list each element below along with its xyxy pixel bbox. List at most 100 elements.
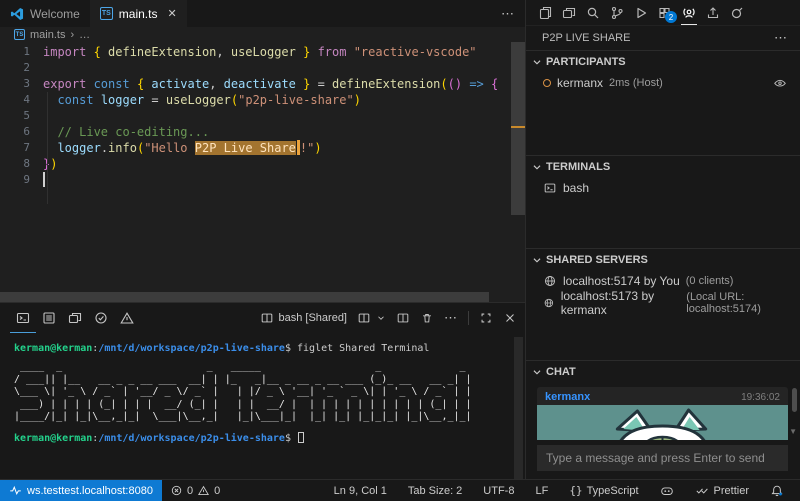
activity-p2p-live-share[interactable] bbox=[678, 0, 700, 25]
section-participants: PARTICIPANTS kermanx 2ms (Host) bbox=[526, 50, 800, 155]
code-line[interactable]: 1 import { defineExtension, useLogger } f… bbox=[0, 44, 525, 60]
code-line[interactable]: 9 bbox=[0, 172, 525, 188]
terminal-tab-icon bbox=[261, 313, 272, 323]
line-number: 3 bbox=[23, 77, 30, 90]
code-token: defineExtension bbox=[332, 77, 441, 91]
activity-search[interactable] bbox=[582, 0, 604, 25]
scroll-down-icon[interactable]: ▼ bbox=[789, 428, 797, 436]
sidebar-more-actions[interactable]: ⋯ bbox=[774, 30, 788, 46]
warning-icon bbox=[120, 312, 134, 324]
code-line[interactable]: 5 bbox=[0, 108, 525, 124]
code-token: ) bbox=[50, 157, 58, 171]
code-token: useLogger bbox=[230, 45, 296, 59]
divider bbox=[468, 311, 469, 325]
code-line[interactable]: 4 const logger = useLogger("p2p-live-sha… bbox=[0, 92, 525, 108]
follow-participant-button[interactable] bbox=[773, 76, 787, 90]
code-token: defineExtension bbox=[108, 45, 217, 59]
tab-welcome[interactable]: Welcome bbox=[0, 0, 90, 27]
breadcrumb-more[interactable]: … bbox=[79, 29, 90, 41]
participant-row[interactable]: kermanx 2ms (Host) bbox=[526, 72, 800, 94]
terminal-tab-bash-shared[interactable]: bash [Shared] bbox=[260, 311, 347, 325]
activity-extensions[interactable]: 2 bbox=[654, 0, 677, 25]
editor-horizontal-scrollbar[interactable] bbox=[0, 292, 489, 302]
terminals-header[interactable]: TERMINALS bbox=[526, 155, 800, 177]
chat-scrollbar-thumb[interactable] bbox=[792, 388, 797, 412]
tab-problems-ok[interactable] bbox=[88, 304, 114, 333]
code-text bbox=[43, 172, 45, 188]
editor-vertical-scrollbar[interactable] bbox=[511, 42, 525, 215]
prompt-user: kerman@kerman bbox=[14, 432, 93, 444]
remote-indicator[interactable]: ws.testtest.localhost:8080 bbox=[0, 480, 162, 501]
activity-explorer[interactable] bbox=[534, 0, 556, 25]
code-token: { bbox=[136, 77, 152, 91]
tab-warnings[interactable] bbox=[114, 304, 140, 333]
breadcrumb-file[interactable]: main.ts bbox=[30, 29, 65, 41]
formatter-status[interactable]: Prettier bbox=[691, 484, 753, 497]
code-editor[interactable]: 1 import { defineExtension, useLogger } f… bbox=[0, 42, 525, 302]
code-token: ) bbox=[314, 141, 322, 155]
editor-actions-more[interactable]: ⋯ bbox=[501, 0, 525, 27]
chat-header[interactable]: CHAT bbox=[526, 360, 800, 382]
code-line[interactable]: 7 logger.info("Hello P2P Live Share !") bbox=[0, 140, 525, 156]
chat-messages[interactable]: kermanx 19:36:02 ▼ bbox=[526, 382, 800, 440]
tab-main-ts[interactable]: TS main.ts ✕ bbox=[89, 0, 187, 27]
warning-icon bbox=[198, 485, 210, 496]
activity-share[interactable] bbox=[702, 0, 724, 25]
code-token: { bbox=[93, 45, 109, 59]
split-terminal-button[interactable] bbox=[396, 311, 410, 325]
tab-debug-console[interactable] bbox=[62, 304, 88, 333]
code-token: const bbox=[93, 77, 137, 91]
activity-bar: 2 bbox=[526, 0, 800, 26]
eol-indicator[interactable]: LF bbox=[531, 485, 552, 497]
braces-icon: {} bbox=[569, 484, 583, 497]
tab-output[interactable] bbox=[36, 304, 62, 333]
activity-run-debug[interactable] bbox=[630, 0, 652, 25]
close-tab-icon[interactable]: ✕ bbox=[167, 7, 176, 20]
problems-status[interactable]: 0 0 bbox=[162, 480, 228, 501]
breadcrumb[interactable]: TS main.ts › … bbox=[0, 27, 525, 42]
terminal-scrollbar[interactable] bbox=[514, 337, 523, 479]
code-token: "Hello bbox=[144, 141, 195, 155]
terminal-row[interactable]: bash bbox=[526, 177, 800, 199]
terminal-more-actions-button[interactable]: ⋯ bbox=[444, 310, 458, 326]
prompt-command: $ bbox=[284, 432, 297, 444]
line-number: 1 bbox=[23, 45, 30, 58]
chat-input[interactable] bbox=[537, 445, 788, 471]
activity-source-control[interactable] bbox=[606, 0, 628, 25]
globe-icon bbox=[544, 298, 554, 308]
maximize-panel-button[interactable] bbox=[479, 311, 493, 325]
code-line[interactable]: 6 // Live co-editing... bbox=[0, 124, 525, 140]
terminal-content[interactable]: kerman@kerman:/mnt/d/workspace/p2p-live-… bbox=[0, 333, 525, 479]
language-mode[interactable]: {} TypeScript bbox=[565, 484, 642, 497]
code-line[interactable]: 3 export const { activate, deactivate } =… bbox=[0, 76, 525, 92]
error-count: 0 bbox=[186, 484, 194, 497]
encoding[interactable]: UTF-8 bbox=[479, 485, 518, 497]
cursor-position[interactable]: Ln 9, Col 1 bbox=[330, 485, 391, 497]
code-token: from bbox=[317, 45, 354, 59]
section-terminals: TERMINALS bash bbox=[526, 155, 800, 248]
code-token: { bbox=[491, 77, 499, 91]
code-token: ) bbox=[353, 93, 361, 107]
overview-ruler-selection-mark bbox=[511, 126, 525, 128]
participants-header[interactable]: PARTICIPANTS bbox=[526, 50, 800, 72]
kill-terminal-button[interactable] bbox=[420, 311, 434, 325]
launch-profile-button[interactable] bbox=[357, 311, 386, 325]
code-text: export const { activate, deactivate } = … bbox=[43, 76, 498, 92]
notifications-bell[interactable] bbox=[766, 484, 788, 498]
tab-terminal[interactable] bbox=[10, 304, 36, 333]
close-panel-button[interactable] bbox=[503, 311, 517, 325]
code-line[interactable]: 8}) bbox=[0, 156, 525, 172]
code-line[interactable]: 2 bbox=[0, 60, 525, 76]
shared-servers-header[interactable]: SHARED SERVERS bbox=[526, 248, 800, 270]
chevron-down-icon bbox=[533, 59, 541, 65]
activity-remote-windows[interactable] bbox=[558, 0, 580, 25]
session-icon bbox=[731, 7, 743, 18]
error-icon bbox=[171, 485, 182, 496]
server-row[interactable]: localhost:5173 by kermanx (Local URL: lo… bbox=[526, 289, 800, 317]
chat-image-cat[interactable] bbox=[537, 405, 788, 440]
activity-session[interactable] bbox=[726, 0, 748, 25]
code-token: ( bbox=[440, 77, 448, 91]
tab-size[interactable]: Tab Size: 2 bbox=[404, 485, 466, 497]
copilot-status[interactable] bbox=[656, 484, 678, 498]
code-token: deactivate bbox=[223, 77, 296, 91]
